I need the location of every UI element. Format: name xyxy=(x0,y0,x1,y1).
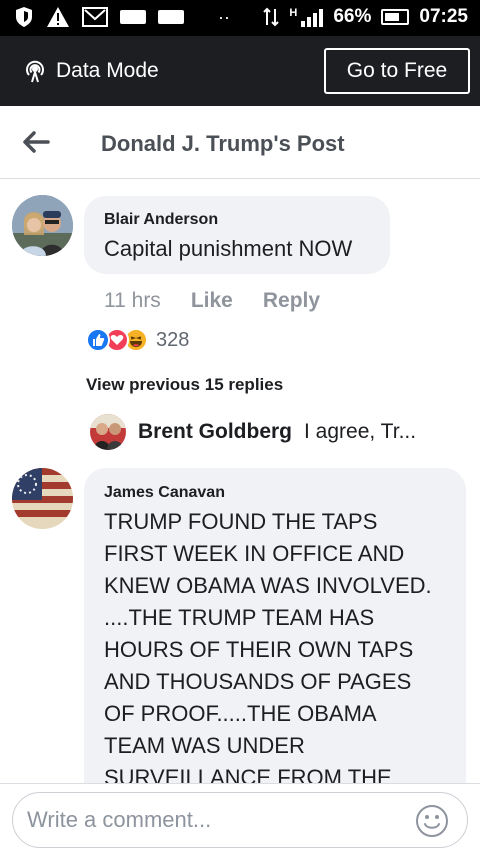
reaction-count: 328 xyxy=(156,328,190,351)
notification-icon xyxy=(158,10,184,24)
comment-text-line: OF PROOF.....THE OBAMA xyxy=(104,701,377,726)
comment-text-line: ....THE TRUMP TEAM HAS xyxy=(104,605,375,630)
comment-text: Capital punishment NOW xyxy=(104,236,353,261)
reaction-icons xyxy=(86,326,156,354)
data-mode-bar: Data Mode Go to Free xyxy=(0,36,480,106)
data-transfer-icon xyxy=(263,7,280,27)
avatar[interactable] xyxy=(12,468,73,529)
status-bar-system: H 66% 07:25 xyxy=(263,6,468,28)
comment-input[interactable] xyxy=(27,805,397,835)
page-title: Donald J. Trump's Post xyxy=(101,131,345,156)
emoji-icon[interactable] xyxy=(415,804,449,838)
battery-icon xyxy=(381,9,410,25)
comment-text-line: TRUMP FOUND THE TAPS xyxy=(104,509,378,534)
notification-icon xyxy=(120,10,146,24)
comment-text-line: AND THOUSANDS OF PAGES xyxy=(104,669,412,694)
network-type: H xyxy=(289,7,298,19)
gmail-icon xyxy=(82,7,108,27)
battery-percent: 66% xyxy=(333,6,372,27)
shield-icon xyxy=(16,7,32,27)
comment-actions: 11 hrs Like Reply xyxy=(104,289,320,313)
comment-composer xyxy=(0,783,480,854)
comment-text-line: TEAM WAS UNDER xyxy=(104,733,305,758)
avatar[interactable] xyxy=(90,414,126,450)
comment-author[interactable]: James Canavan xyxy=(104,484,225,502)
post-header: Donald J. Trump's Post xyxy=(0,106,480,179)
view-previous-replies-link[interactable]: View previous 15 replies xyxy=(86,375,283,395)
reaction-summary[interactable]: 328 xyxy=(86,326,189,354)
more-notifications-icon: ·· xyxy=(218,6,230,27)
comment-text-line: FIRST WEEK IN OFFICE AND xyxy=(104,541,405,566)
reply-snippet: I agree, Tr... xyxy=(304,420,417,443)
broadcast-icon xyxy=(26,60,44,83)
data-mode-indicator: Data Mode xyxy=(22,58,159,84)
comment-input-box[interactable] xyxy=(12,792,468,848)
comment-author[interactable]: Blair Anderson xyxy=(104,211,218,229)
avatar[interactable] xyxy=(12,195,73,256)
comment-text-line: HOURS OF THEIR OWN TAPS xyxy=(104,637,414,662)
signal-icon: H xyxy=(289,7,324,27)
status-bar: ·· H 66% 07:25 xyxy=(0,0,480,36)
like-button[interactable]: Like xyxy=(191,289,233,313)
data-mode-label: Data Mode xyxy=(56,59,159,82)
comment-text: TRUMP FOUND THE TAPS FIRST WEEK IN OFFIC… xyxy=(104,506,459,794)
warning-icon xyxy=(47,7,69,27)
status-bar-notifications: ·· xyxy=(14,6,230,28)
latest-reply-preview[interactable]: Brent Goldberg I agree, Tr... xyxy=(90,414,416,450)
back-arrow-icon[interactable] xyxy=(20,128,52,156)
reply-button[interactable]: Reply xyxy=(263,289,320,313)
clock: 07:25 xyxy=(419,6,468,27)
comment-timestamp: 11 hrs xyxy=(104,289,161,312)
comment-text-line: KNEW OBAMA WAS INVOLVED. xyxy=(104,573,432,598)
reply-author[interactable]: Brent Goldberg xyxy=(138,420,292,444)
like-icon xyxy=(86,328,110,352)
go-to-free-button[interactable]: Go to Free xyxy=(324,48,470,94)
